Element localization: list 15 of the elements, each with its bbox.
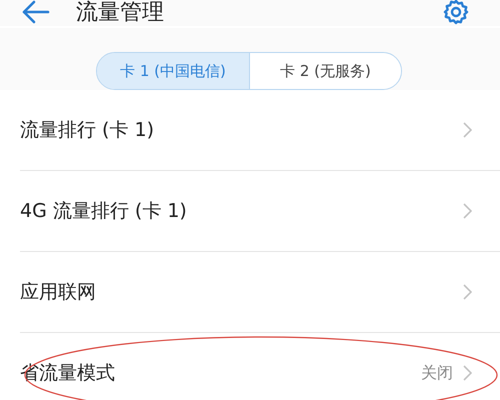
list-row[interactable]: 4G 流量排行 (卡 1) xyxy=(20,171,500,252)
list-row[interactable]: 流量排行 (卡 1) xyxy=(20,90,500,171)
page-title: 流量管理 xyxy=(76,0,165,27)
chevron-icon xyxy=(463,122,472,138)
chevron-icon xyxy=(463,284,472,300)
list-row[interactable]: 应用联网 xyxy=(20,252,500,333)
row-value: 关闭 xyxy=(421,362,453,384)
row-label: 应用联网 xyxy=(20,280,97,305)
chevron-icon xyxy=(463,203,472,219)
back-icon[interactable] xyxy=(22,0,50,24)
row-label: 4G 流量排行 (卡 1) xyxy=(20,199,188,224)
row-label: 流量排行 (卡 1) xyxy=(20,118,155,143)
chevron-icon xyxy=(463,365,472,381)
settings-icon[interactable] xyxy=(443,0,469,25)
sim-tab[interactable]: 卡 2 (无服务) xyxy=(249,53,401,89)
